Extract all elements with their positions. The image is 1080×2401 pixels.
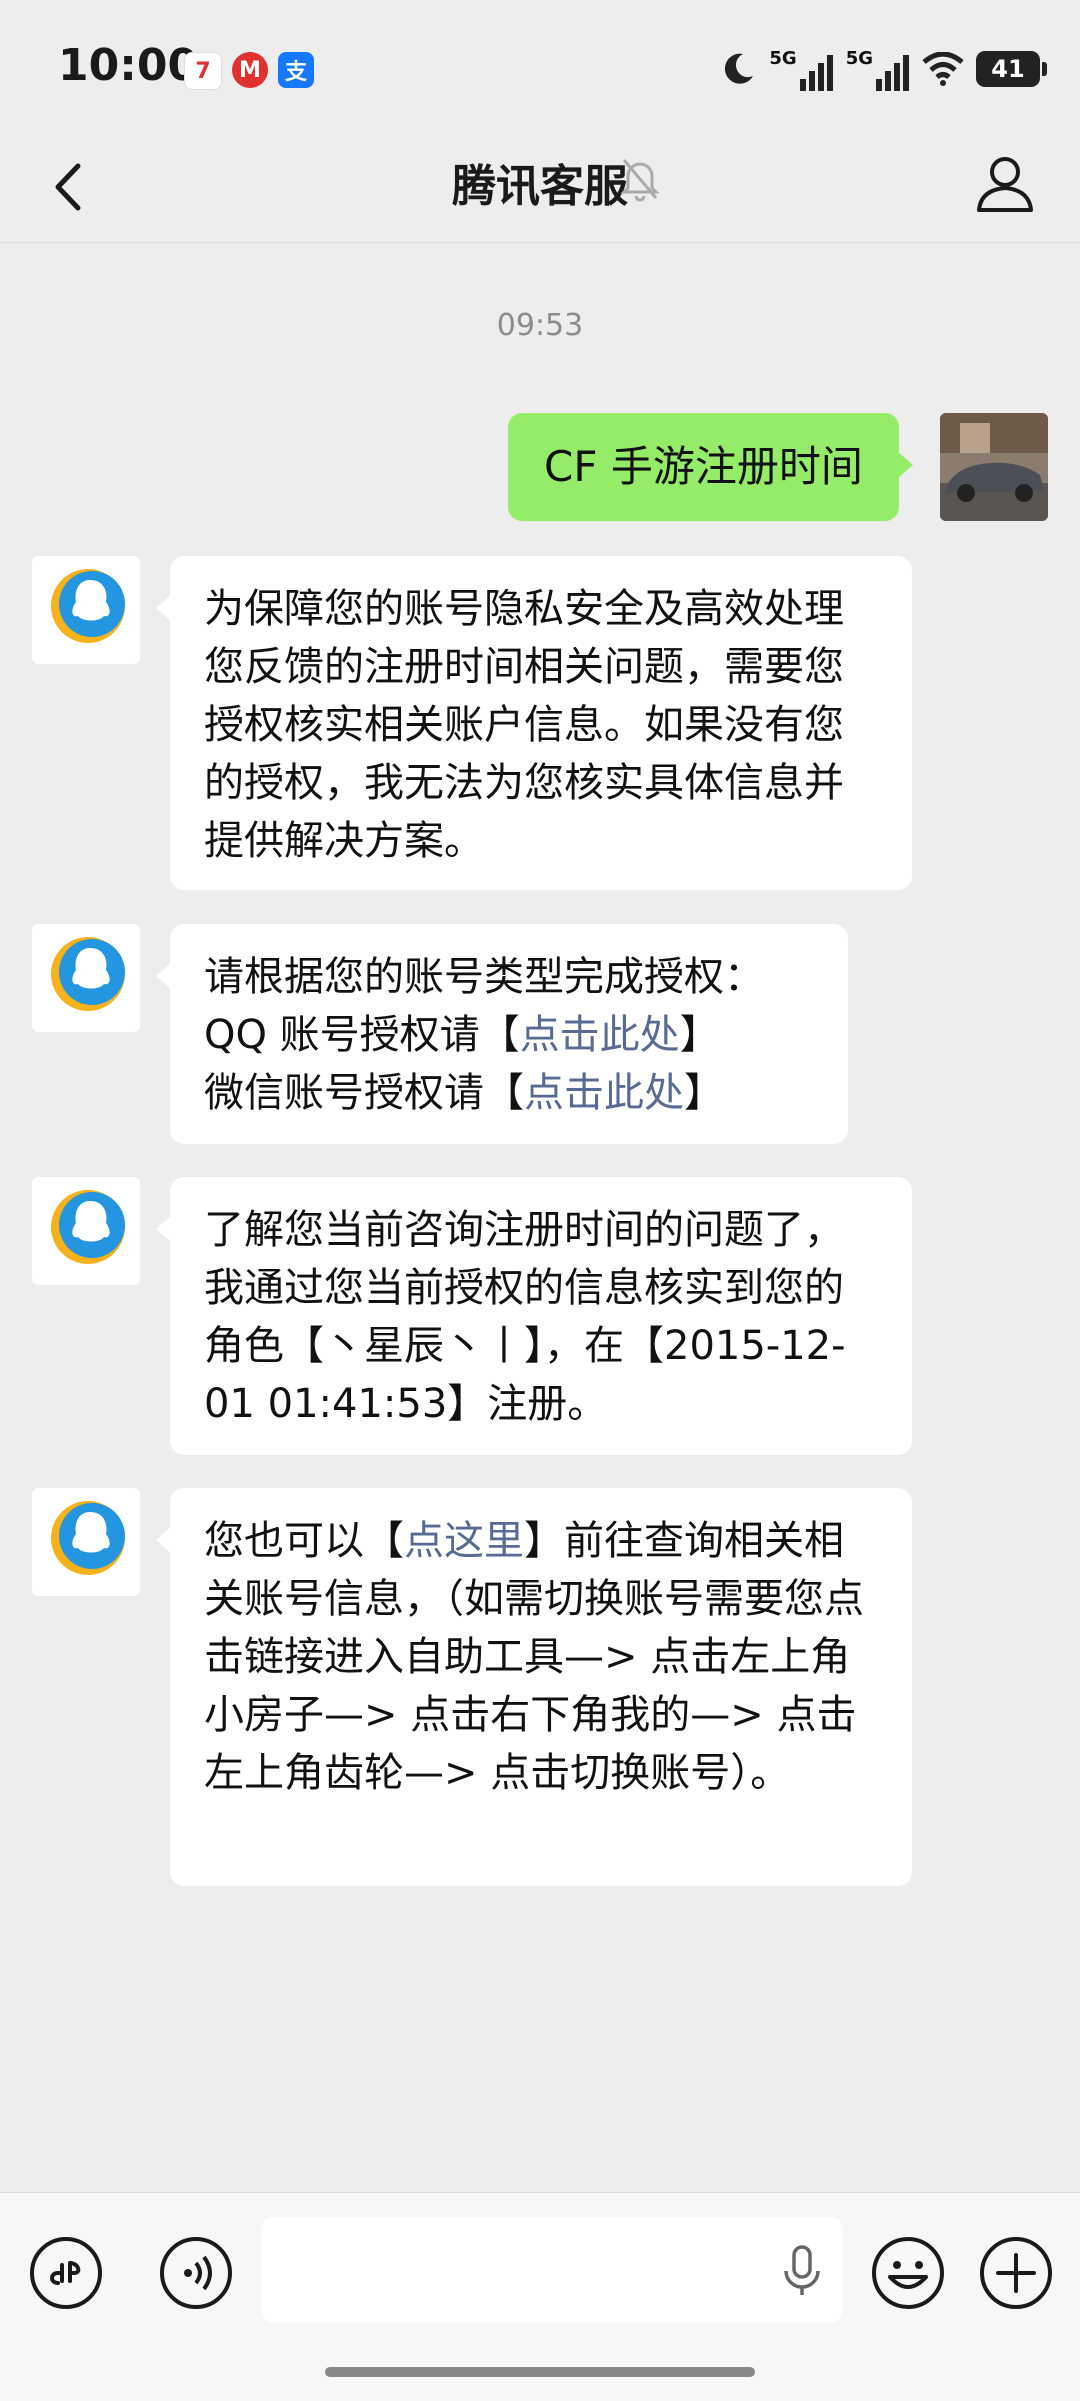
mic-icon[interactable] <box>782 2245 822 2297</box>
chat-header: 腾讯客服 <box>0 130 1080 243</box>
mute-bell-icon <box>620 159 660 202</box>
bot-message-1: 为保障您的账号隐私安全及高效处理您反馈的注册时间相关问题，需要您授权核实相关账户… <box>156 556 912 890</box>
bot-message-2: 请根据您的账号类型完成授权： QQ 账号授权请【点击此处】 微信账号授权请【点击… <box>156 924 848 1144</box>
wechat-auth-line: 微信账号授权请【点击此处】 <box>204 1070 724 1116</box>
metro-app-icon: M <box>232 52 268 88</box>
qq-auth-link[interactable]: 点击此处 <box>520 1012 680 1058</box>
voice-icon[interactable] <box>158 2235 234 2311</box>
chat-title: 腾讯客服 <box>452 161 628 212</box>
status-time: 10:00 <box>58 40 199 91</box>
message-timestamp: 09:53 <box>496 308 584 343</box>
bot-avatar-2[interactable] <box>32 924 140 1032</box>
profile-icon[interactable] <box>975 152 1035 216</box>
calendar-app-icon: 7 <box>184 52 222 90</box>
auth-instruction-text: 请根据您的账号类型完成授权： <box>204 954 764 1000</box>
plus-icon[interactable] <box>978 2235 1054 2311</box>
qq-auth-line: QQ 账号授权请【点击此处】 <box>204 1012 720 1058</box>
signal-5g-icon: 5G <box>769 48 833 91</box>
tencent-service-logo-icon-2 <box>51 937 125 1011</box>
wechat-auth-link[interactable]: 点击此处 <box>524 1070 684 1116</box>
bot-avatar-3[interactable] <box>32 1177 140 1285</box>
bot-avatar-4[interactable] <box>32 1488 140 1596</box>
battery-indicator: 41 <box>976 51 1047 87</box>
tencent-service-logo-icon-3 <box>51 1190 125 1264</box>
mini-program-icon[interactable] <box>28 2235 104 2311</box>
user-avatar[interactable] <box>940 413 1048 521</box>
signal-5g-icon-2: 5G <box>846 48 910 91</box>
bot-message-3: 了解您当前咨询注册时间的问题了，我通过您当前授权的信息核实到您的角色【丶星辰丶丨… <box>156 1177 912 1455</box>
do-not-disturb-moon-icon <box>725 53 754 84</box>
bot-message-3-text: 了解您当前咨询注册时间的问题了，我通过您当前授权的信息核实到您的角色【丶星辰丶丨… <box>204 1207 846 1427</box>
query-link[interactable]: 点这里 <box>404 1518 524 1564</box>
wifi-icon <box>922 52 964 86</box>
user-message-bubble[interactable]: CF 手游注册时间 <box>508 413 913 521</box>
message-input[interactable] <box>262 2217 842 2323</box>
input-bar <box>0 2192 1080 2401</box>
status-bar: 10:00 7 M 支 5G 5G 41 <box>0 0 1080 130</box>
user-message-text: CF 手游注册时间 <box>544 442 863 491</box>
tencent-service-logo-icon <box>51 569 125 643</box>
emoji-icon[interactable] <box>870 2235 946 2311</box>
bot-message-4: 您也可以【点这里】前往查询相关相关账号信息，（如需切换账号需要您点击链接进入自助… <box>156 1488 912 1886</box>
alipay-app-icon: 支 <box>278 52 314 88</box>
home-indicator[interactable] <box>325 2367 755 2377</box>
status-right: 5G 5G 41 <box>719 44 1047 94</box>
bot-message-1-text: 为保障您的账号隐私安全及高效处理您反馈的注册时间相关问题，需要您授权核实相关账户… <box>204 586 844 864</box>
bot-avatar[interactable] <box>32 556 140 664</box>
tencent-service-logo-icon-4 <box>51 1501 125 1575</box>
